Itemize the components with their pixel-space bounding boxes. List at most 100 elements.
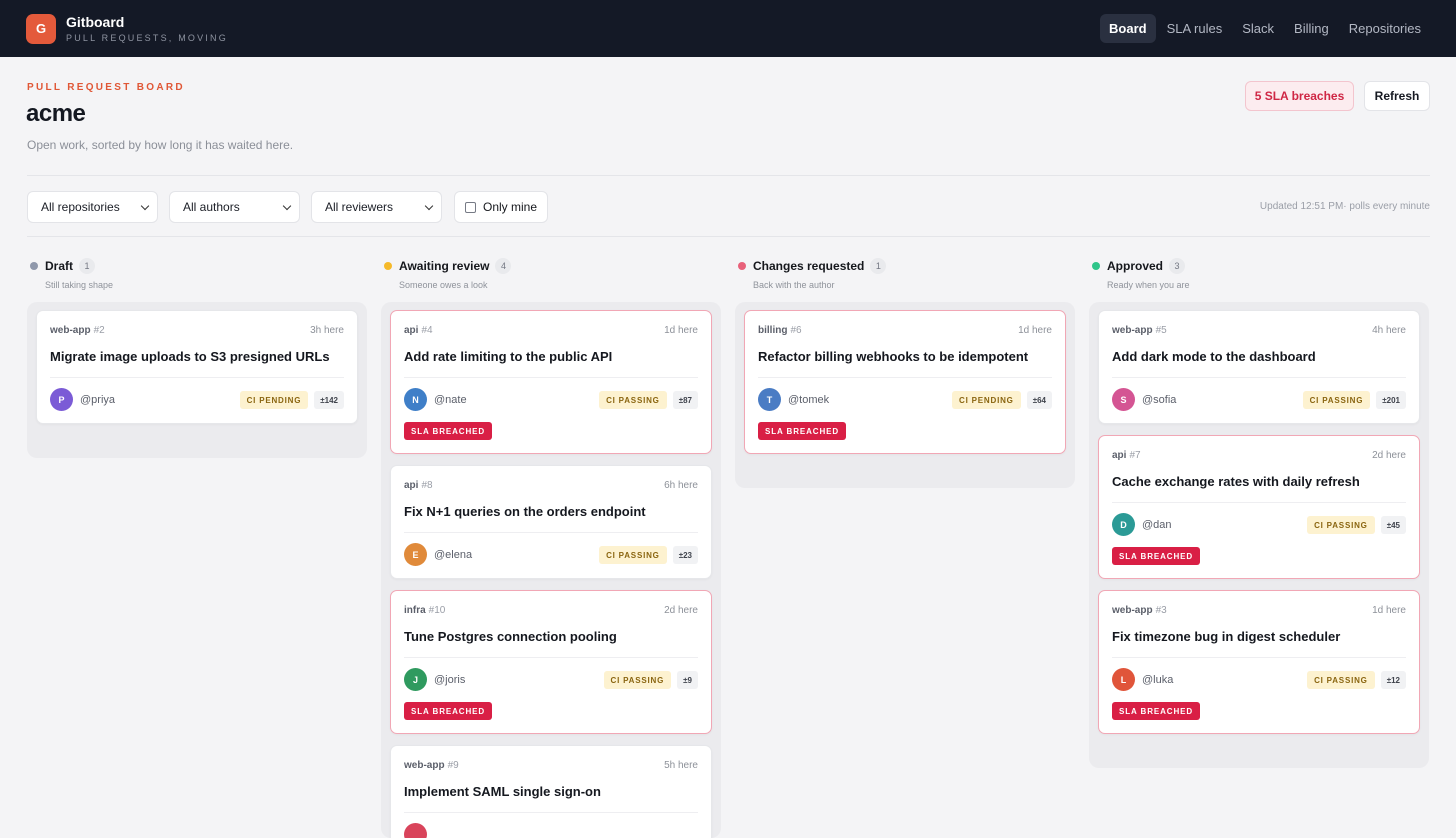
reviewer-filter[interactable]: All reviewers <box>311 191 442 223</box>
column-subtitle: Still taking shape <box>45 280 114 290</box>
column-header: Awaiting review 4 Someone owes a look <box>381 258 512 290</box>
repo-name[interactable]: api <box>1112 450 1126 461</box>
brand[interactable]: G Gitboard PULL REQUESTS, MOVING <box>26 13 228 44</box>
author-handle: @dan <box>1142 518 1172 531</box>
repo-name[interactable]: billing <box>758 325 787 336</box>
column-header: Draft 1 Still taking shape <box>27 258 113 290</box>
card-badges: CI PASSING ±9 <box>603 671 698 689</box>
card-divider <box>1112 657 1406 658</box>
avatar: L <box>1112 668 1135 691</box>
pr-author: J @joris <box>404 668 465 691</box>
card-divider <box>1112 377 1406 378</box>
pr-title[interactable]: Fix timezone bug in digest scheduler <box>1112 629 1406 644</box>
pr-card[interactable]: web-app #5 4h here Add dark mode to the das… <box>1098 310 1420 424</box>
repo-name[interactable]: web-app <box>50 325 91 336</box>
author-handle: @tomek <box>788 393 830 406</box>
repo-name[interactable]: api <box>404 325 418 336</box>
column-count: 3 <box>1169 258 1186 274</box>
ci-status-badge: CI PASSING <box>599 546 667 564</box>
column-count: 1 <box>870 258 887 274</box>
refresh-button[interactable]: Refresh <box>1364 81 1430 111</box>
card-badges: CI PASSING ±12 <box>1307 671 1406 689</box>
sla-breached-badge: SLA BREACHED <box>404 422 493 440</box>
pr-card[interactable]: web-app #3 1d here Fix timezone bug in dige… <box>1098 590 1420 734</box>
card-badges: CI PENDING ±64 <box>952 391 1052 409</box>
pr-title[interactable]: Fix N+1 queries on the orders endpoint <box>404 504 698 519</box>
only-mine-checkbox[interactable] <box>465 201 476 213</box>
diff-size-badge: ±45 <box>1380 516 1406 534</box>
pr-author: E @elena <box>404 543 472 566</box>
card-divider <box>50 377 344 378</box>
pr-author: S @sofia <box>1112 388 1176 411</box>
card-badges: CI PASSING ±45 <box>1307 516 1406 534</box>
status-dot <box>1092 262 1100 270</box>
card-meta: infra #10 2d here <box>404 605 698 616</box>
pr-number: #5 <box>1155 325 1167 336</box>
column-subtitle: Back with the author <box>753 280 835 290</box>
diff-size-badge: ±9 <box>677 671 698 689</box>
age-label: 2d here <box>1372 450 1406 461</box>
pr-card[interactable]: api #8 6h here Fix N+1 queries on the order… <box>390 465 712 579</box>
pr-title[interactable]: Add dark mode to the dashboard <box>1112 349 1406 364</box>
pr-title[interactable]: Cache exchange rates with daily refresh <box>1112 474 1406 489</box>
nav-board[interactable]: Board <box>1100 14 1156 43</box>
repo-name[interactable]: infra <box>404 605 426 616</box>
pr-author: T @tomek <box>758 388 829 411</box>
avatar: J <box>404 668 427 691</box>
card-divider <box>404 532 698 533</box>
pr-card[interactable]: web-app #2 3h here Migrate image uploads to… <box>36 310 358 424</box>
repository-filter[interactable]: All repositories <box>27 191 158 223</box>
column-subtitle: Someone owes a look <box>399 280 488 290</box>
avatar: E <box>404 543 427 566</box>
pr-number: #4 <box>421 325 433 336</box>
pr-author: D @dan <box>1112 513 1172 536</box>
nav-sla-rules[interactable]: SLA rules <box>1158 14 1232 43</box>
pr-card[interactable]: api #7 2d here Cache exchange rates with da… <box>1098 435 1420 579</box>
pr-number: #10 <box>428 605 446 616</box>
column-title: Awaiting review <box>399 259 490 273</box>
avatar: D <box>1112 513 1135 536</box>
sla-breached-badge: SLA BREACHED <box>404 702 493 720</box>
pr-title[interactable]: Tune Postgres connection pooling <box>404 629 698 644</box>
card-divider <box>404 377 698 378</box>
pr-title[interactable]: Migrate image uploads to S3 presigned UR… <box>50 349 344 364</box>
reviewer-filter-value: All reviewers <box>325 200 394 214</box>
card-divider <box>758 377 1052 378</box>
repo-name[interactable]: api <box>404 480 418 491</box>
age-label: 2d here <box>664 605 698 616</box>
app-name: Gitboard <box>66 14 125 30</box>
status-dot <box>738 262 746 270</box>
pr-title[interactable]: Refactor billing webhooks to be idempote… <box>758 349 1052 364</box>
pr-author: L @luka <box>1112 668 1173 691</box>
pr-card[interactable]: infra #10 2d here Tune Postgres connection … <box>390 590 712 734</box>
pr-card[interactable]: billing #6 1d here Refactor billing webhook… <box>744 310 1066 454</box>
pr-card[interactable]: api #4 1d here Add rate limiting to the pub… <box>390 310 712 454</box>
card-meta: web-app #5 4h here <box>1112 325 1406 336</box>
only-mine-toggle[interactable]: Only mine <box>454 191 548 223</box>
nav-repositories[interactable]: Repositories <box>1340 14 1430 43</box>
ci-status-badge: CI PASSING <box>599 391 667 409</box>
pr-title[interactable]: Add rate limiting to the public API <box>404 349 698 364</box>
pr-number: #7 <box>1129 450 1141 461</box>
sla-breaches-badge[interactable]: 5 SLA breaches <box>1245 81 1354 111</box>
author-filter[interactable]: All authors <box>169 191 300 223</box>
pr-number: #8 <box>421 480 433 491</box>
sla-breached-badge: SLA BREACHED <box>758 422 847 440</box>
author-handle: @nate <box>434 393 467 406</box>
main-nav: Board SLA rules Slack Billing Repositori… <box>1100 14 1430 43</box>
only-mine-label: Only mine <box>483 200 538 214</box>
repo-name[interactable]: web-app <box>1112 605 1153 616</box>
nav-billing[interactable]: Billing <box>1285 14 1338 43</box>
repo-name[interactable]: web-app <box>404 760 445 771</box>
pr-author: N @nate <box>404 388 467 411</box>
ci-status-badge: CI PASSING <box>603 671 672 689</box>
pr-title[interactable]: Implement SAML single sign-on <box>404 784 698 799</box>
pr-author: P @priya <box>50 388 115 411</box>
app-tagline: PULL REQUESTS, MOVING <box>66 33 228 43</box>
card-badges: CI PASSING ±23 <box>599 546 698 564</box>
nav-slack[interactable]: Slack <box>1233 14 1283 43</box>
pr-card[interactable]: web-app #9 5h here Implement SAML single si… <box>390 745 712 838</box>
repo-name[interactable]: web-app <box>1112 325 1153 336</box>
column-header: Changes requested 1 Back with the author <box>735 258 887 290</box>
column-header: Approved 3 Ready when you are <box>1089 258 1190 290</box>
